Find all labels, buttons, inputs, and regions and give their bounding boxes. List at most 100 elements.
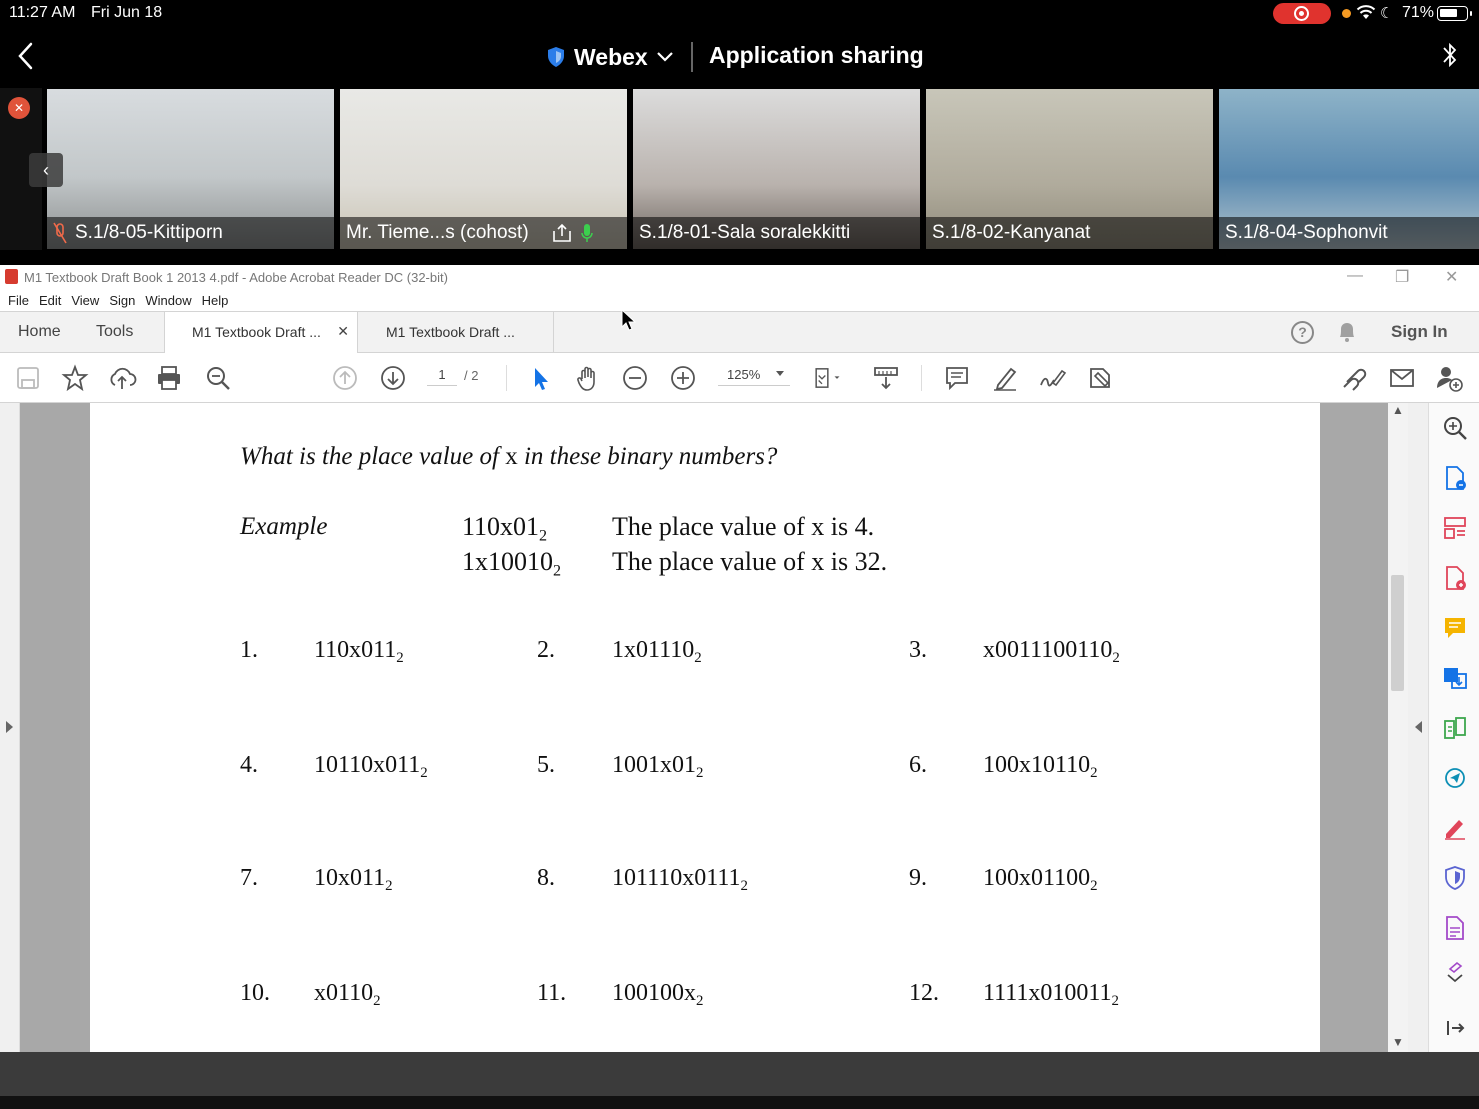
sign-pen-icon[interactable] [1037, 363, 1067, 393]
tools-pane [1428, 403, 1479, 1052]
save-icon[interactable] [13, 363, 43, 393]
toolbar-divider [506, 365, 507, 391]
prepare-form-icon[interactable] [1442, 915, 1468, 941]
wifi-icon [1356, 5, 1376, 19]
left-panel-toggle[interactable] [0, 403, 20, 1052]
share-link-icon[interactable] [1339, 363, 1369, 393]
collapse-pane-icon[interactable] [1442, 1015, 1468, 1041]
participant-tile[interactable]: Mr. Tieme...s (cohost) [340, 89, 627, 249]
webex-menu[interactable]: Webex [546, 42, 674, 72]
bluetooth-icon[interactable] [1440, 40, 1460, 70]
highlight-pen-icon[interactable] [990, 363, 1020, 393]
strip-scroll-left-button[interactable]: ‹ [29, 153, 63, 187]
vertical-scrollbar[interactable]: ▲ ▼ [1388, 403, 1408, 1052]
webex-title: Webex [574, 43, 648, 70]
exercise-item-value: 1001x012 [612, 752, 704, 782]
do-not-disturb-moon-icon: ☾ [1380, 5, 1394, 22]
menu-edit[interactable]: Edit [31, 290, 61, 312]
page-number-input[interactable]: 1 [427, 367, 457, 386]
bell-icon[interactable] [1337, 320, 1357, 344]
document-viewport[interactable]: What is the place value of x in these bi… [0, 403, 1428, 1052]
status-time: 11:27 AM [9, 4, 76, 21]
bottom-bar [0, 1052, 1479, 1096]
compare-files-icon[interactable] [1442, 715, 1468, 741]
email-icon[interactable] [1387, 363, 1417, 393]
sign-in-link[interactable]: Sign In [1391, 322, 1448, 342]
hand-tool-icon[interactable] [573, 363, 603, 393]
exercise-item-number: 9. [909, 865, 927, 891]
window-title: M1 Textbook Draft Book 1 2013 4.pdf - Ad… [24, 270, 448, 285]
participant-name: Mr. Tieme...s (cohost) [346, 222, 529, 243]
zoom-out-icon[interactable] [620, 363, 650, 393]
home-indicator-area [0, 1096, 1479, 1109]
participant-tile[interactable]: S.1/8-01-Sala soralekkitti [633, 89, 920, 249]
minimize-button[interactable]: — [1347, 267, 1363, 285]
ios-status-bar: 11:27 AM Fri Jun 18 ☾ 71% [0, 0, 1479, 28]
fill-sign-icon[interactable] [1442, 815, 1468, 841]
menu-bar: File Edit View Sign Window Help [0, 290, 1479, 312]
participant-tile[interactable]: S.1/8-05-Kittiporn [47, 89, 334, 249]
menu-window[interactable]: Window [137, 290, 191, 312]
zoom-search-icon[interactable] [203, 363, 233, 393]
toolbar: 1 / 2 125% [0, 353, 1479, 403]
previous-page-icon[interactable] [330, 363, 360, 393]
scroll-up-arrow-icon[interactable]: ▲ [1392, 403, 1404, 417]
cloud-upload-icon[interactable] [107, 363, 137, 393]
tab-document-active[interactable]: M1 Textbook Draft ... ✕ [164, 312, 358, 354]
back-chevron-icon[interactable] [14, 40, 38, 72]
organize-pages-icon[interactable] [1442, 515, 1468, 541]
send-for-review-icon[interactable] [1442, 765, 1468, 791]
participant-name: S.1/8-01-Sala soralekkitti [639, 222, 851, 243]
scan-ocr-icon[interactable] [1442, 665, 1468, 691]
zoom-in-magnifier-icon[interactable] [1442, 415, 1468, 441]
more-tools-chevron-icon[interactable] [1442, 959, 1468, 985]
zoom-level-select[interactable]: 125% [718, 367, 790, 386]
protect-shield-icon[interactable] [1442, 865, 1468, 891]
exercise-item-number: 3. [909, 637, 927, 663]
comment-icon[interactable] [942, 363, 972, 393]
add-user-icon[interactable] [1434, 363, 1464, 393]
close-tab-icon[interactable]: ✕ [337, 323, 349, 340]
scroll-down-arrow-icon[interactable]: ▼ [1392, 1035, 1404, 1049]
tab-home[interactable]: Home [18, 323, 61, 341]
menu-sign[interactable]: Sign [101, 290, 135, 312]
chevron-down-icon [656, 52, 673, 62]
print-icon[interactable] [154, 363, 184, 393]
menu-help[interactable]: Help [194, 290, 229, 312]
close-window-button[interactable]: ✕ [1445, 267, 1458, 287]
star-icon[interactable] [60, 363, 90, 393]
participant-tile[interactable]: S.1/8-04-Sophonvit [1219, 89, 1479, 249]
battery-icon [1437, 6, 1472, 21]
screen-recording-indicator[interactable] [1273, 3, 1331, 24]
tab-bar: Home Tools M1 Textbook Draft ... ✕ M1 Te… [0, 311, 1479, 354]
menu-file[interactable]: File [0, 290, 29, 312]
create-pdf-icon[interactable] [1442, 465, 1468, 491]
tab-tools[interactable]: Tools [96, 323, 133, 341]
example-answer: The place value of x is 4. [612, 512, 875, 541]
scroll-mode-icon[interactable] [871, 363, 901, 393]
participant-tile[interactable]: S.1/8-02-Kanyanat [926, 89, 1213, 249]
select-cursor-icon[interactable] [525, 363, 555, 393]
muted-badge-icon: ✕ [8, 97, 30, 119]
zoom-in-icon[interactable] [668, 363, 698, 393]
scrollbar-thumb[interactable] [1391, 575, 1404, 691]
restore-button[interactable]: ❐ [1395, 267, 1409, 287]
help-icon[interactable]: ? [1291, 321, 1314, 344]
next-page-icon[interactable] [378, 363, 408, 393]
exercise-item-number: 10. [240, 980, 270, 1006]
tab-document-label: M1 Textbook Draft ... [386, 324, 515, 340]
comment-tool-icon[interactable] [1442, 615, 1468, 641]
stamp-edit-icon[interactable] [1085, 363, 1115, 393]
exercise-item-number: 5. [537, 752, 555, 778]
export-pdf-icon[interactable] [1442, 565, 1468, 591]
exercise-item-number: 8. [537, 865, 555, 891]
tab-document[interactable]: M1 Textbook Draft ... [358, 312, 554, 353]
battery-percent: 71% [1402, 4, 1435, 21]
right-panel-toggle[interactable] [1408, 403, 1428, 1052]
exercise-item-number: 1. [240, 637, 258, 663]
pdf-page: What is the place value of x in these bi… [90, 403, 1320, 1052]
example-answer: The place value of x is 32. [612, 547, 888, 576]
sharing-mode-label: Application sharing [709, 42, 924, 68]
menu-view[interactable]: View [63, 290, 99, 312]
page-fit-icon[interactable] [812, 363, 842, 393]
